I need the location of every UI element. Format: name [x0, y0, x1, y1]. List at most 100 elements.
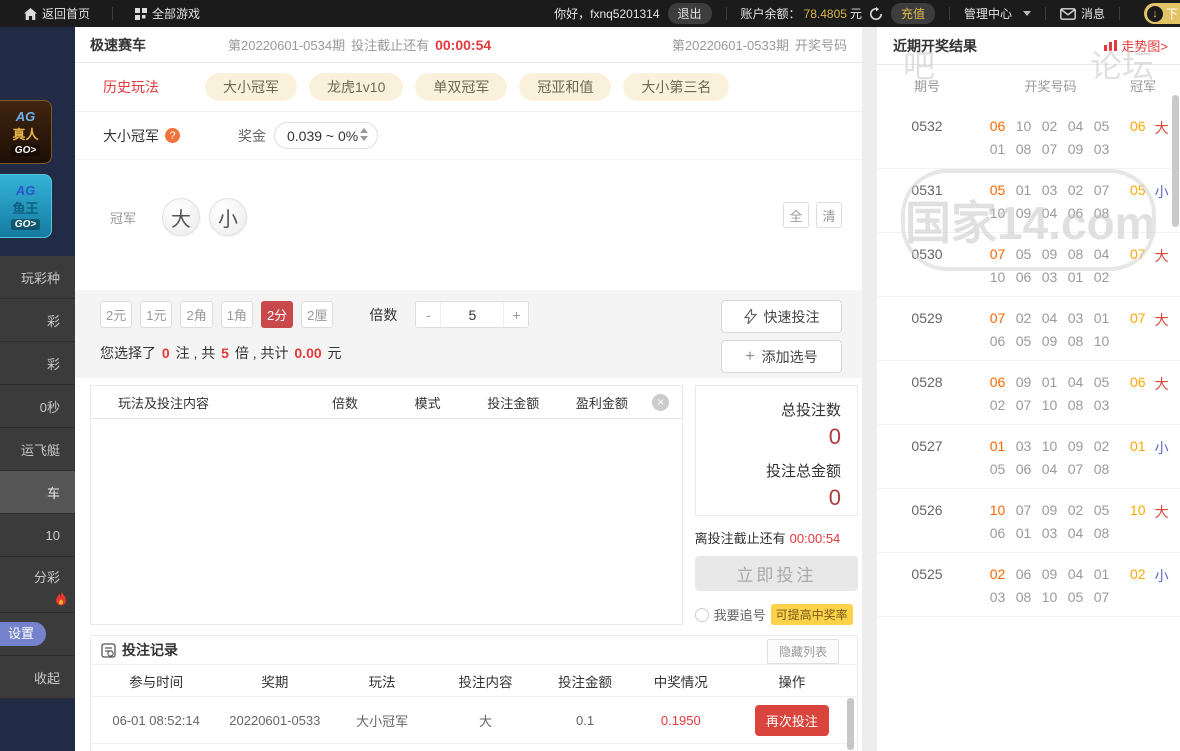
tab-大小第三名[interactable]: 大小第三名: [623, 73, 729, 101]
sidebar-item-label: 收起: [34, 668, 60, 687]
denomination-1元[interactable]: 1元: [140, 301, 172, 328]
page: { "topbar": { "home": "返回首页", "all_games…: [0, 0, 1180, 751]
tab-冠亚和值[interactable]: 冠亚和值: [519, 73, 611, 101]
totals-box: 总投注数 0 投注总金额 0: [695, 385, 858, 516]
denomination-1角[interactable]: 1角: [221, 301, 253, 328]
home-link[interactable]: 返回首页: [24, 5, 90, 22]
help-icon[interactable]: ?: [165, 128, 180, 143]
recharge-button[interactable]: 充值: [891, 3, 935, 24]
all-games-link[interactable]: 全部游戏: [135, 5, 200, 22]
promo-ag-live-banner[interactable]: AG 真人 GO>: [0, 100, 52, 164]
slip-column-header: 投注金额: [469, 393, 558, 412]
current-issue: 第20220601-0534期: [228, 35, 345, 54]
balance-unit: 元: [850, 5, 862, 22]
result-numbers: 01031009020506040708: [977, 425, 1124, 488]
ball-number: 06: [1067, 205, 1084, 221]
clear-button[interactable]: 清: [816, 202, 842, 228]
result-issue: 0525: [877, 553, 977, 616]
ball-number: 07: [1093, 182, 1110, 198]
multiplier-minus-button[interactable]: -: [416, 302, 440, 327]
sidebar-item-10[interactable]: 10: [0, 514, 75, 557]
bet-now-button[interactable]: 立即投注: [695, 556, 858, 591]
main-content: 极速赛车 第20220601-0534期 投注截止还有 00:00:54 第20…: [75, 27, 862, 751]
bonus-value: 0.039 ~ 0%: [287, 128, 358, 144]
champion-number: 01: [1130, 438, 1146, 488]
option-大[interactable]: 大: [162, 198, 200, 236]
sidebar-item-设置[interactable]: 设置: [0, 613, 75, 656]
chase-radio[interactable]: [695, 608, 709, 622]
col-numbers: 开奖号码: [977, 76, 1124, 95]
tab-history-plays[interactable]: 历史玩法: [103, 77, 159, 97]
hide-list-button[interactable]: 隐藏列表: [767, 639, 839, 664]
sidebar-item-彩[interactable]: 彩: [0, 342, 75, 385]
ball-number: 04: [1093, 246, 1110, 262]
sidebar-item-运飞艇[interactable]: 运飞艇: [0, 428, 75, 471]
rebet-button[interactable]: 再次投注: [755, 705, 829, 736]
numbers-line-1: 0702040301: [989, 310, 1124, 326]
ball-number: 07: [1067, 461, 1084, 477]
tab-pill-group: 大小冠军龙虎1v10 单双冠军冠亚和值大小第三名: [205, 73, 741, 101]
download-app-button[interactable]: ↓ 下: [1144, 3, 1180, 24]
champion-size: 大: [1155, 374, 1169, 424]
summary-text: 注 , 共: [172, 345, 219, 361]
bonus-select[interactable]: 0.039 ~ 0%: [274, 122, 378, 149]
multiplier-plus-button[interactable]: +: [504, 302, 528, 327]
promo-ag-fish-banner[interactable]: AG 鱼王 GO>: [0, 174, 52, 238]
close-icon[interactable]: ×: [652, 394, 669, 411]
ball-number: 01: [989, 438, 1006, 454]
select-all-button[interactable]: 全: [783, 202, 809, 228]
play-name: 大小冠军: [103, 126, 159, 146]
denomination-2厘[interactable]: 2厘: [301, 301, 333, 328]
sidebar-item-车[interactable]: 车: [0, 471, 75, 514]
spinner-icon[interactable]: [360, 128, 368, 141]
ball-number: 01: [1093, 566, 1110, 582]
tab-龙虎1v10[interactable]: 龙虎1v10: [309, 73, 403, 101]
tab-单双冠军[interactable]: 单双冠军: [415, 73, 507, 101]
option-小[interactable]: 小: [209, 198, 247, 236]
promo-go: GO>: [11, 145, 40, 156]
bet-slip-header: 玩法及投注内容倍数模式投注金额盈利金额×: [91, 386, 682, 419]
slip-column-header: 倍数: [304, 393, 387, 412]
record-column-header: 玩法: [328, 671, 435, 691]
admin-center-menu[interactable]: 管理中心: [964, 5, 1031, 22]
messages-link[interactable]: 消息: [1060, 5, 1105, 22]
champion-size: 大: [1155, 502, 1169, 552]
slip-column-header: 盈利金额: [558, 393, 647, 412]
refresh-icon[interactable]: [869, 7, 883, 21]
add-selection-button[interactable]: + 添加选号: [721, 340, 842, 373]
denomination-2角[interactable]: 2角: [180, 301, 212, 328]
total-bets-label: 总投注数: [696, 399, 841, 420]
bonus-row: 大小冠军 ? 奖金 0.039 ~ 0%: [75, 112, 862, 160]
tab-大小冠军[interactable]: 大小冠军: [205, 73, 297, 101]
denomination-2元[interactable]: 2元: [100, 301, 132, 328]
ball-number: 04: [1041, 461, 1058, 477]
ball-number: 07: [1041, 141, 1058, 157]
recent-results-panel: 近期开奖结果 走势图> 期号 开奖号码 冠军 05320610020405010…: [877, 27, 1180, 751]
sidebar-item-玩彩种[interactable]: 玩彩种: [0, 256, 75, 299]
denomination-2分[interactable]: 2分: [261, 301, 293, 328]
ball-number: 01: [1067, 269, 1084, 285]
records-scrollbar-thumb[interactable]: [847, 698, 854, 750]
promo-name: 真人: [12, 124, 38, 143]
ball-number: 05: [1093, 118, 1110, 134]
ball-number: 03: [1093, 141, 1110, 157]
multiplier-value[interactable]: 5: [440, 302, 504, 327]
sidebar-item-分彩[interactable]: 分彩: [0, 557, 75, 613]
sidebar-item-彩[interactable]: 彩: [0, 299, 75, 342]
result-row: 05320610020405010807090306大: [877, 105, 1180, 169]
results-scrollbar-thumb[interactable]: [1172, 95, 1179, 227]
champion-number: 05: [1130, 182, 1146, 232]
settings-pill: 设置: [0, 622, 46, 646]
result-champion: 07大: [1124, 297, 1180, 360]
sidebar-item-收起[interactable]: 收起: [0, 656, 75, 699]
numbers-line-2: 0108070903: [989, 141, 1124, 157]
logout-button[interactable]: 退出: [668, 3, 712, 24]
trend-chart-link[interactable]: 走势图>: [1104, 36, 1168, 55]
numbers-line-1: 0103100902: [989, 438, 1124, 454]
topbar-right: 你好，fxnq5201314 退出 账户余额： 78.4805 元 充值 管理中…: [554, 3, 1180, 24]
result-row: 05250206090401030810050702小: [877, 553, 1180, 617]
result-issue: 0527: [877, 425, 977, 488]
sidebar-item-0秒[interactable]: 0秒: [0, 385, 75, 428]
quick-bet-button[interactable]: 快速投注: [721, 300, 842, 333]
sidebar-item-label: 彩: [47, 311, 60, 330]
